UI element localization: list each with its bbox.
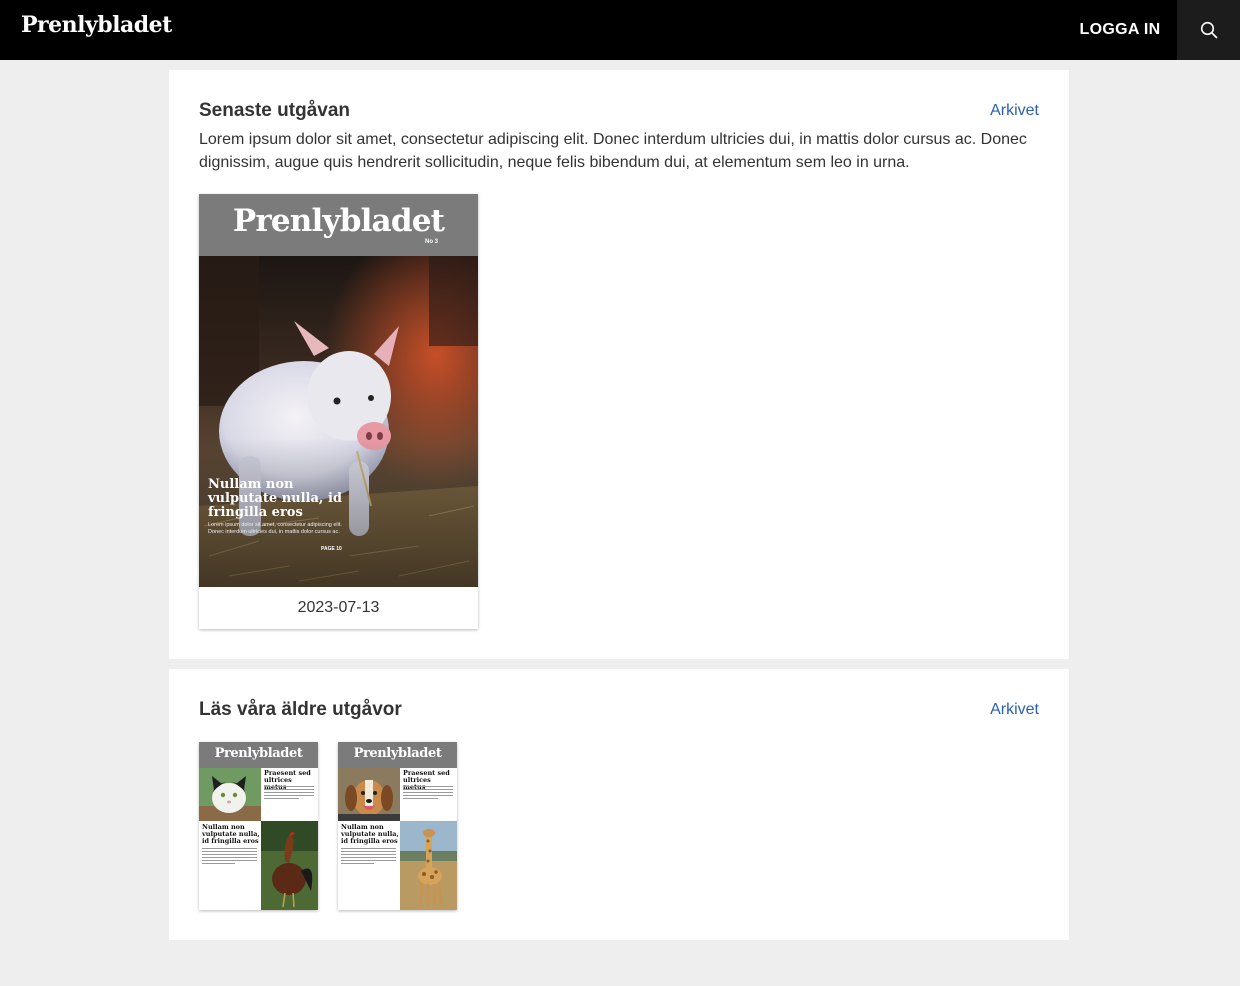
- issue-date: 2023-07-13: [297, 599, 380, 616]
- giraffe-photo-illustration: [400, 821, 457, 910]
- cat-photo-illustration: [199, 768, 261, 821]
- cover-photo: Nullam non vulputate nulla, id fringilla…: [199, 256, 478, 587]
- text-lines: [341, 848, 396, 866]
- login-button[interactable]: LOGGA IN: [1064, 0, 1176, 60]
- archive-link[interactable]: Arkivet: [990, 102, 1039, 120]
- cover-masthead-title: Prenlybladet: [353, 746, 442, 761]
- pig-photo-illustration: [199, 256, 478, 587]
- cover-issue-number: No 3: [424, 239, 438, 245]
- search-button[interactable]: [1177, 0, 1240, 60]
- latest-issue-card[interactable]: Prenlybladet No 3 Nullam non vulputate n…: [199, 194, 478, 629]
- cover-headline-bottom: Nullam non vulputate nulla, id fringilla…: [341, 823, 399, 845]
- giraffe-photo: [400, 821, 457, 910]
- archive-link[interactable]: Arkivet: [990, 701, 1039, 719]
- older-issue-card[interactable]: Prenlybladet Praesent sed ultrices metus…: [338, 742, 457, 910]
- cover-masthead: Prenlybladet: [338, 742, 457, 768]
- cover-masthead: Prenlybladet No 3: [199, 194, 478, 256]
- section-heading: Senaste utgåvan: [199, 100, 350, 121]
- older-issue-card[interactable]: Prenlybladet Praesent sed ultrices metus…: [199, 742, 318, 910]
- section-description: Lorem ipsum dolor sit amet, consectetur …: [199, 131, 1027, 171]
- text-lines: [403, 786, 453, 801]
- cover-subtext: Lorem ipsum dolor sit amet, consectetur …: [208, 522, 342, 535]
- cover-masthead-title: Prenlybladet: [214, 746, 303, 761]
- cover-page-reference: PAGE 10: [321, 546, 342, 552]
- cover-headline: Nullam non vulputate nulla, id fringilla…: [208, 477, 342, 520]
- dog-photo: [338, 768, 400, 821]
- older-issues-section: Läs våra äldre utgåvor Arkivet Prenlybla…: [169, 669, 1069, 940]
- section-heading: Läs våra äldre utgåvor: [199, 699, 402, 720]
- cat-photo: [199, 768, 261, 821]
- search-icon: [1200, 21, 1217, 39]
- rooster-photo: [261, 821, 318, 910]
- top-navigation-bar: Prenlybladet LOGGA IN: [0, 0, 1240, 60]
- site-logo[interactable]: Prenlybladet: [21, 12, 172, 38]
- text-lines: [264, 786, 314, 801]
- cover-masthead-title: Prenlybladet: [232, 203, 445, 239]
- latest-issue-section: Senaste utgåvan Arkivet Lorem ipsum dolo…: [169, 70, 1069, 659]
- cover-headline-bottom: Nullam non vulputate nulla, id fringilla…: [202, 823, 260, 845]
- dog-photo-illustration: [338, 768, 400, 821]
- cover-masthead: Prenlybladet: [199, 742, 318, 768]
- rooster-photo-illustration: [261, 821, 318, 910]
- text-lines: [202, 848, 257, 866]
